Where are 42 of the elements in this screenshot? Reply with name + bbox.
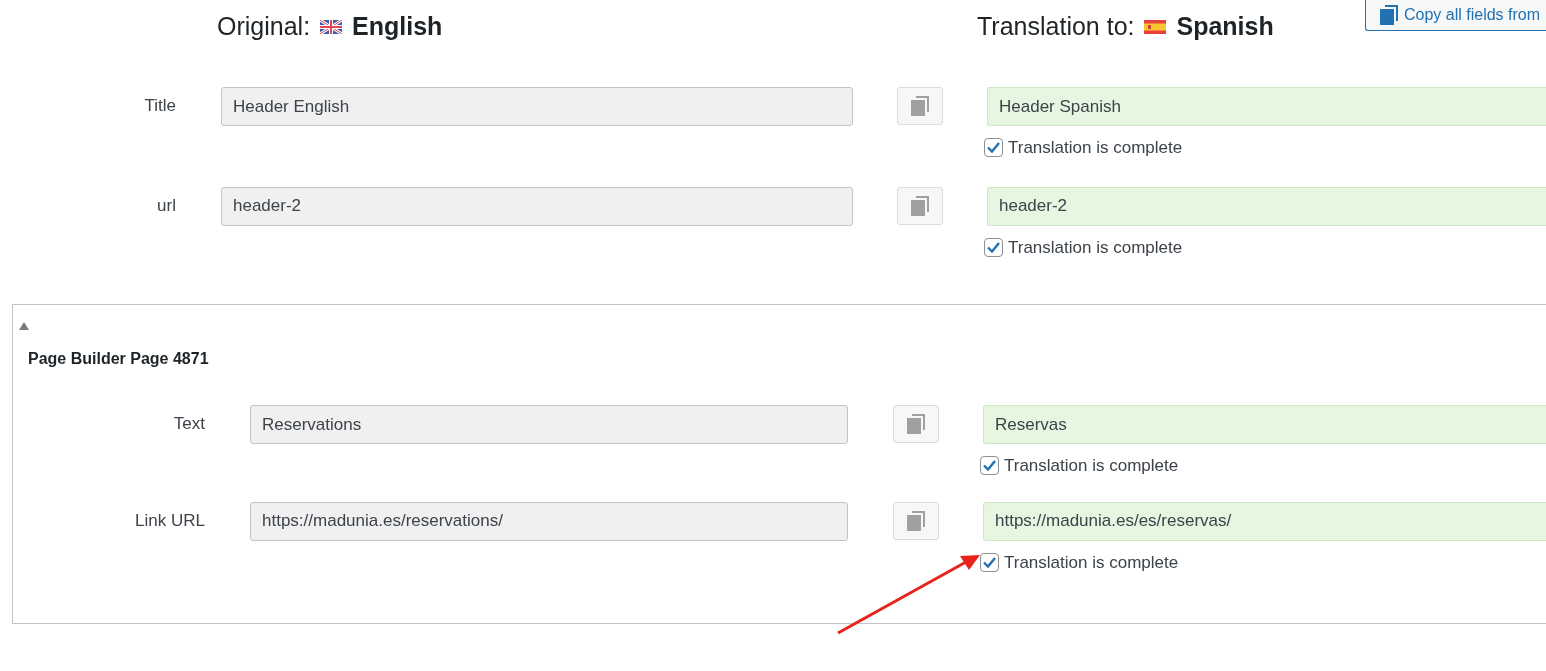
copy-icon <box>911 96 929 116</box>
original-label: Original: <box>217 11 311 42</box>
checkmark-icon <box>987 142 1000 154</box>
copy-button[interactable] <box>893 501 939 540</box>
checkbox[interactable] <box>980 456 999 476</box>
collapse-triangle-icon[interactable] <box>19 322 29 330</box>
original-language: English <box>352 11 443 42</box>
checkbox[interactable] <box>984 237 1003 257</box>
translation-field[interactable]: Reservas <box>983 405 1546 444</box>
translation-label: Translation to: <box>977 11 1135 42</box>
copy-button[interactable] <box>893 405 939 443</box>
checkbox-label: Translation is complete <box>1004 551 1179 574</box>
field-label: Link URL <box>135 509 205 532</box>
flag-icon <box>320 19 343 34</box>
original-field[interactable]: header-2 <box>221 186 853 226</box>
copy-all-button[interactable]: Copy all fields from <box>1365 0 1546 31</box>
translation-field[interactable]: header-2 <box>987 186 1546 226</box>
checkmark-icon <box>983 460 996 472</box>
checkbox-label: Translation is complete <box>1008 137 1183 159</box>
translation-field[interactable]: Header Spanish <box>987 87 1546 126</box>
copy-icon <box>907 414 925 434</box>
section-title: Page Builder Page 4871 <box>28 350 209 367</box>
copy-button[interactable] <box>897 87 943 125</box>
translation-language: Spanish <box>1176 11 1274 42</box>
copy-icon <box>911 195 929 216</box>
original-field[interactable]: https://madunia.es/reservations/ <box>250 501 848 541</box>
copy-button[interactable] <box>897 186 943 225</box>
field-label: url <box>157 194 176 217</box>
original-field[interactable]: Header English <box>221 87 853 126</box>
field-label: Title <box>144 95 176 118</box>
checkmark-icon <box>983 556 996 568</box>
checkmark-icon <box>987 241 1000 253</box>
copy-icon <box>1380 5 1398 25</box>
field-label: Text <box>173 413 205 436</box>
copy-icon <box>907 510 925 531</box>
checkbox-label: Translation is complete <box>1008 236 1183 259</box>
original-field[interactable]: Reservations <box>250 405 848 444</box>
checkbox[interactable] <box>984 138 1003 158</box>
checkbox[interactable] <box>980 552 999 572</box>
checkbox-label: Translation is complete <box>1004 455 1179 477</box>
flag-icon <box>1144 19 1167 34</box>
translation-field[interactable]: https://madunia.es/es/reservas/ <box>983 501 1546 541</box>
